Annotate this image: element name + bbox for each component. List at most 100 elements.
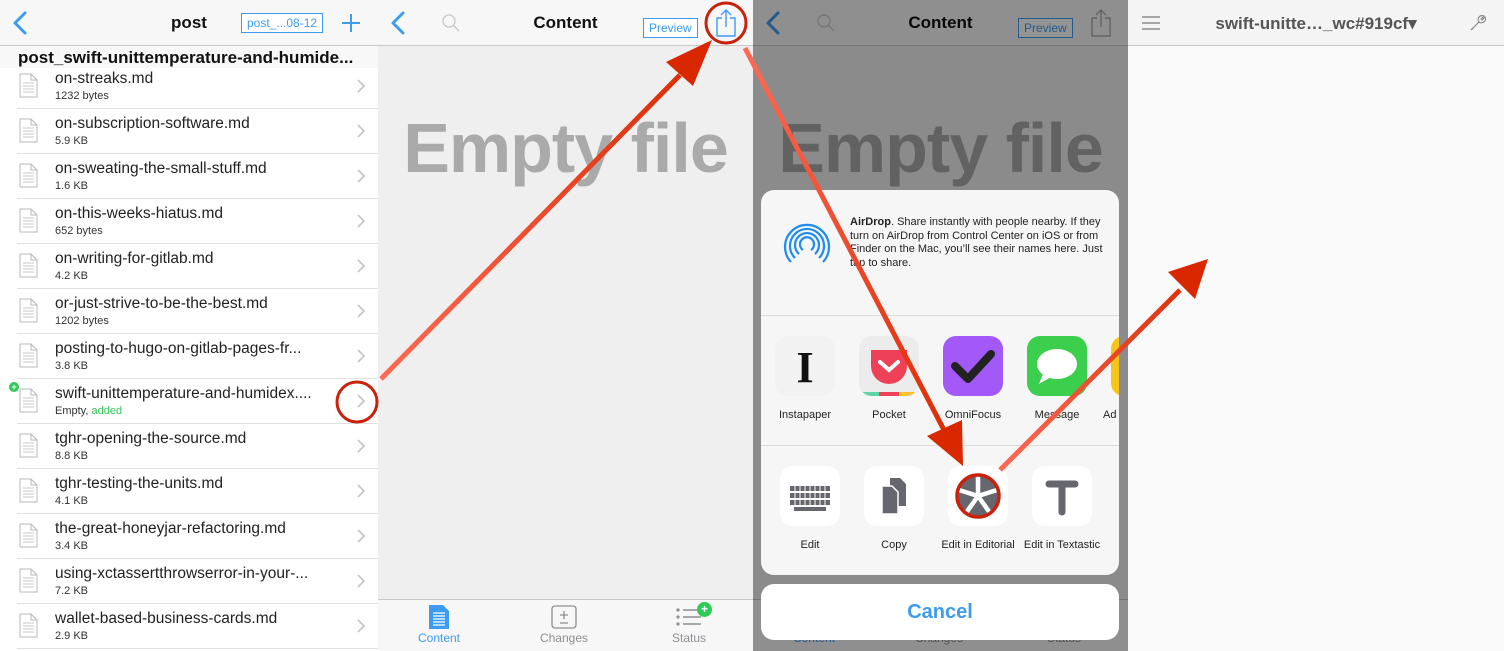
screenshot-stage: post post_...08-12 1.9 KB post_swift-uni…: [0, 0, 1504, 651]
chevron-right-icon[interactable]: [356, 303, 366, 319]
chevron-right-icon[interactable]: [356, 618, 366, 634]
airdrop-description: AirDrop. Share instantly with people nea…: [850, 216, 1103, 269]
file-row[interactable]: or-just-strive-to-be-the-best.md 1202 byt…: [17, 289, 378, 334]
share-sheet-screen: Content Preview Empty file Content Chang…: [753, 0, 1128, 651]
file-size: 1232 bytes: [55, 90, 109, 102]
airdrop-section: AirDrop. Share instantly with people nea…: [761, 190, 1119, 316]
file-row[interactable]: on-writing-for-gitlab.md 4.2 KB: [17, 244, 378, 289]
file-icon: [19, 523, 38, 548]
branch-button[interactable]: post_...08-12: [241, 13, 324, 33]
file-name: tghr-testing-the-units.md: [55, 475, 223, 492]
file-row[interactable]: tghr-opening-the-source.md 8.8 KB: [17, 424, 378, 469]
tab-content[interactable]: Content: [389, 604, 489, 645]
action-edit-in-editorial[interactable]: Edit in Editorial: [936, 466, 1020, 552]
action-copy[interactable]: Copy: [852, 466, 936, 552]
file-icon: [19, 478, 38, 503]
file-row[interactable]: posting-to-hugo-on-gitlab-pages-fr... 3.8…: [17, 334, 378, 379]
chevron-right-icon[interactable]: [356, 483, 366, 499]
navbar: swift-unitte…_wc#919cf▾: [1128, 0, 1504, 46]
file-size: 5.9 KB: [55, 135, 89, 147]
chevron-right-icon[interactable]: [356, 258, 366, 274]
action-edit-in-textastic[interactable]: Edit in Textastic: [1020, 466, 1104, 552]
document-icon: [429, 605, 449, 629]
chevron-right-icon[interactable]: [356, 123, 366, 139]
file-size: Empty, added: [55, 405, 123, 417]
file-row[interactable]: using-xctassertthrowserror-in-your-... 7.…: [17, 559, 378, 604]
editorial-screen: swift-unitte…_wc#919cf▾: [1128, 0, 1504, 651]
cancel-button[interactable]: Cancel: [761, 584, 1119, 640]
tab-changes[interactable]: Changes: [514, 604, 614, 645]
file-row[interactable]: on-this-weeks-hiatus.md 652 bytes: [17, 199, 378, 244]
navbar: Content Preview: [378, 0, 753, 46]
chevron-right-icon[interactable]: [356, 213, 366, 229]
file-name: on-sweating-the-small-stuff.md: [55, 160, 267, 177]
file-size: 1202 bytes: [55, 315, 109, 327]
navbar: post post_...08-12: [0, 0, 378, 46]
file-name: wallet-based-business-cards.md: [55, 610, 278, 627]
file-icon: [19, 163, 38, 188]
file-row[interactable]: wallet-based-business-cards.md 2.9 KB: [17, 604, 378, 649]
file-status: added: [91, 405, 123, 417]
file-row[interactable]: on-sweating-the-small-stuff.md 1.6 KB: [17, 154, 378, 199]
editor-area[interactable]: [1128, 47, 1504, 651]
action-edit[interactable]: Edit: [768, 466, 852, 552]
share-app-message[interactable]: Message: [1015, 336, 1099, 422]
chevron-right-icon[interactable]: [356, 573, 366, 589]
file-row[interactable]: on-subscription-software.md 5.9 KB: [17, 109, 378, 154]
share-icon[interactable]: [714, 8, 738, 38]
empty-file-label: Empty file: [403, 109, 729, 187]
instapaper-icon: I: [775, 336, 835, 396]
chevron-right-icon[interactable]: [356, 168, 366, 184]
file-list: on-streaks.md 1232 bytes on-subscription-s…: [0, 64, 378, 649]
file-name: on-streaks.md: [55, 70, 154, 87]
file-row[interactable]: the-great-honeyjar-refactoring.md 3.4 KB: [17, 514, 378, 559]
chevron-right-icon[interactable]: [356, 438, 366, 454]
chevron-right-icon[interactable]: [356, 348, 366, 364]
file-name: on-this-weeks-hiatus.md: [55, 205, 223, 222]
chevron-right-icon[interactable]: [356, 528, 366, 544]
share-actions-row: Edit Copy Edit in Editorial Edit in Text…: [761, 446, 1119, 575]
share-app-omnifocus[interactable]: OmniFocus: [931, 336, 1015, 422]
file-icon: [19, 298, 38, 323]
file-name: posting-to-hugo-on-gitlab-pages-fr...: [55, 340, 302, 357]
file-size: 2.9 KB: [55, 630, 89, 642]
file-size: 3.8 KB: [55, 360, 89, 372]
file-row[interactable]: tghr-testing-the-units.md 4.1 KB: [17, 469, 378, 514]
preview-button[interactable]: Preview: [643, 18, 698, 38]
file-icon: [19, 613, 38, 638]
tab-status[interactable]: + Status: [639, 602, 739, 645]
file-size: 652 bytes: [55, 225, 103, 237]
document-title-dropdown[interactable]: swift-unitte…_wc#919cf▾: [1128, 14, 1504, 34]
file-size: 4.1 KB: [55, 495, 89, 507]
file-size: 3.4 KB: [55, 540, 89, 552]
file-name: swift-unittemperature-and-humidex....: [55, 385, 312, 402]
chevron-right-icon[interactable]: [356, 78, 366, 94]
file-icon: [19, 73, 38, 98]
file-row[interactable]: on-streaks.md 1232 bytes: [17, 64, 378, 109]
share-app-instapaper[interactable]: I Instapaper: [763, 336, 847, 422]
pocket-icon: [859, 336, 919, 396]
keyboard-icon: [780, 466, 840, 526]
file-row[interactable]: + swift-unittemperature-and-humidex.... Em…: [9, 379, 378, 424]
file-icon: [19, 568, 38, 593]
file-icon: [19, 253, 38, 278]
add-icon[interactable]: [341, 13, 361, 33]
file-size: 7.2 KB: [55, 585, 89, 597]
file-icon: [19, 388, 38, 413]
file-icon: [19, 433, 38, 458]
app-icon: [1111, 336, 1119, 396]
share-app-pocket[interactable]: Pocket: [847, 336, 931, 422]
editorial-icon: [948, 466, 1008, 526]
textastic-icon: [1032, 466, 1092, 526]
diff-icon: [551, 605, 577, 629]
chevron-right-icon[interactable]: [356, 393, 366, 409]
file-name: using-xctassertthrowserror-in-your-...: [55, 565, 309, 582]
wrench-icon[interactable]: [1468, 13, 1488, 33]
share-apps-row: I Instapaper Pocket OmniFocus Message Ad: [761, 316, 1119, 446]
airdrop-icon: [783, 223, 831, 264]
share-app-partial[interactable]: Ad: [1099, 336, 1119, 422]
file-icon: [19, 343, 38, 368]
copy-icon: [864, 466, 924, 526]
file-name: on-writing-for-gitlab.md: [55, 250, 214, 267]
file-name: or-just-strive-to-be-the-best.md: [55, 295, 268, 312]
